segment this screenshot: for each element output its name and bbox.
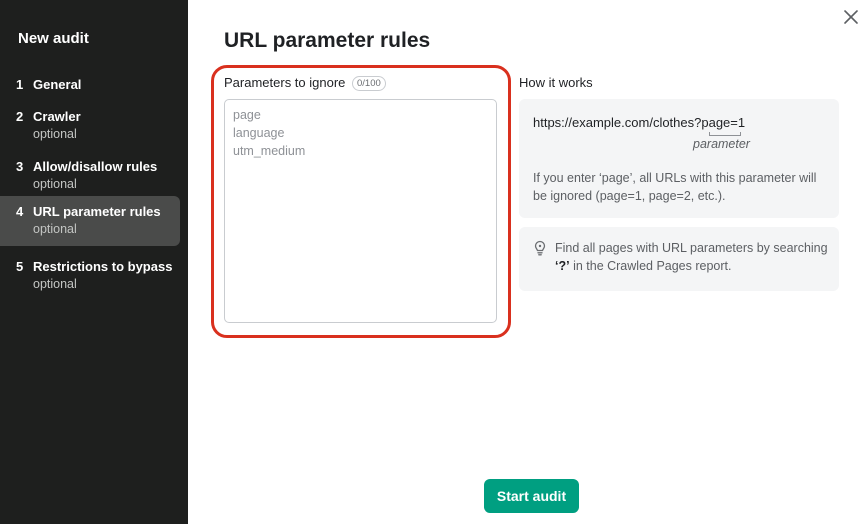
placeholder-line: utm_medium <box>233 144 306 158</box>
close-icon <box>844 10 858 24</box>
step-restrictions-to-bypass[interactable]: 5 Restrictions to bypass optional <box>0 251 180 301</box>
how-it-works-card: https://example.com/clothes?page=1 param… <box>519 99 839 218</box>
step-url-parameter-rules[interactable]: 4 URL parameter rules optional <box>0 196 180 246</box>
step-general[interactable]: 1 General <box>0 69 180 99</box>
tip-text: Find all pages with URL parameters by se… <box>555 239 830 275</box>
param-bracket <box>709 132 741 136</box>
sidebar: New audit 1 General 2 Crawler optional 3… <box>0 0 188 524</box>
parameters-label: Parameters to ignore <box>224 75 346 90</box>
step-label: URL parameter rules <box>33 204 161 219</box>
step-label: Restrictions to bypass <box>33 259 173 274</box>
sidebar-title: New audit <box>18 30 89 47</box>
url-suffix: =1 <box>730 115 746 130</box>
how-it-works-description: If you enter ‘page’, all URLs with this … <box>533 171 817 203</box>
how-it-works-title: How it works <box>519 75 593 90</box>
step-optional: optional <box>33 222 77 236</box>
start-audit-button[interactable]: Start audit <box>484 479 579 513</box>
page-title: URL parameter rules <box>224 29 431 52</box>
step-optional: optional <box>33 277 77 291</box>
step-number: 1 <box>16 77 24 92</box>
url-param: page <box>701 115 731 130</box>
step-allow-disallow-rules[interactable]: 3 Allow/disallow rules optional <box>0 151 180 201</box>
step-optional: optional <box>33 177 77 191</box>
parameters-textarea[interactable]: page language utm_medium <box>224 99 497 323</box>
step-number: 5 <box>16 259 24 274</box>
tip-card: Find all pages with URL parameters by se… <box>519 227 839 291</box>
step-number: 4 <box>16 204 24 219</box>
parameters-counter-badge: 0/100 <box>352 76 386 91</box>
lightbulb-icon <box>534 240 546 256</box>
tip-text-after: in the Crawled Pages report. <box>569 259 732 273</box>
step-label: General <box>33 77 82 92</box>
step-optional: optional <box>33 127 77 141</box>
step-crawler[interactable]: 2 Crawler optional <box>0 101 180 151</box>
placeholder-line: language <box>233 126 285 140</box>
url-prefix: https://example.com/clothes? <box>533 115 702 130</box>
step-number: 3 <box>16 159 24 174</box>
step-label: Allow/disallow rules <box>33 159 158 174</box>
tip-text-before: Find all pages with URL parameters by se… <box>555 241 828 255</box>
close-button[interactable] <box>840 6 862 28</box>
step-label: Crawler <box>33 109 81 124</box>
step-number: 2 <box>16 109 24 124</box>
example-url: https://example.com/clothes?page=1 <box>533 115 745 130</box>
param-caption: parameter <box>693 137 750 151</box>
placeholder-line: page <box>233 108 261 122</box>
tip-highlight: ‘?’ <box>555 259 570 273</box>
